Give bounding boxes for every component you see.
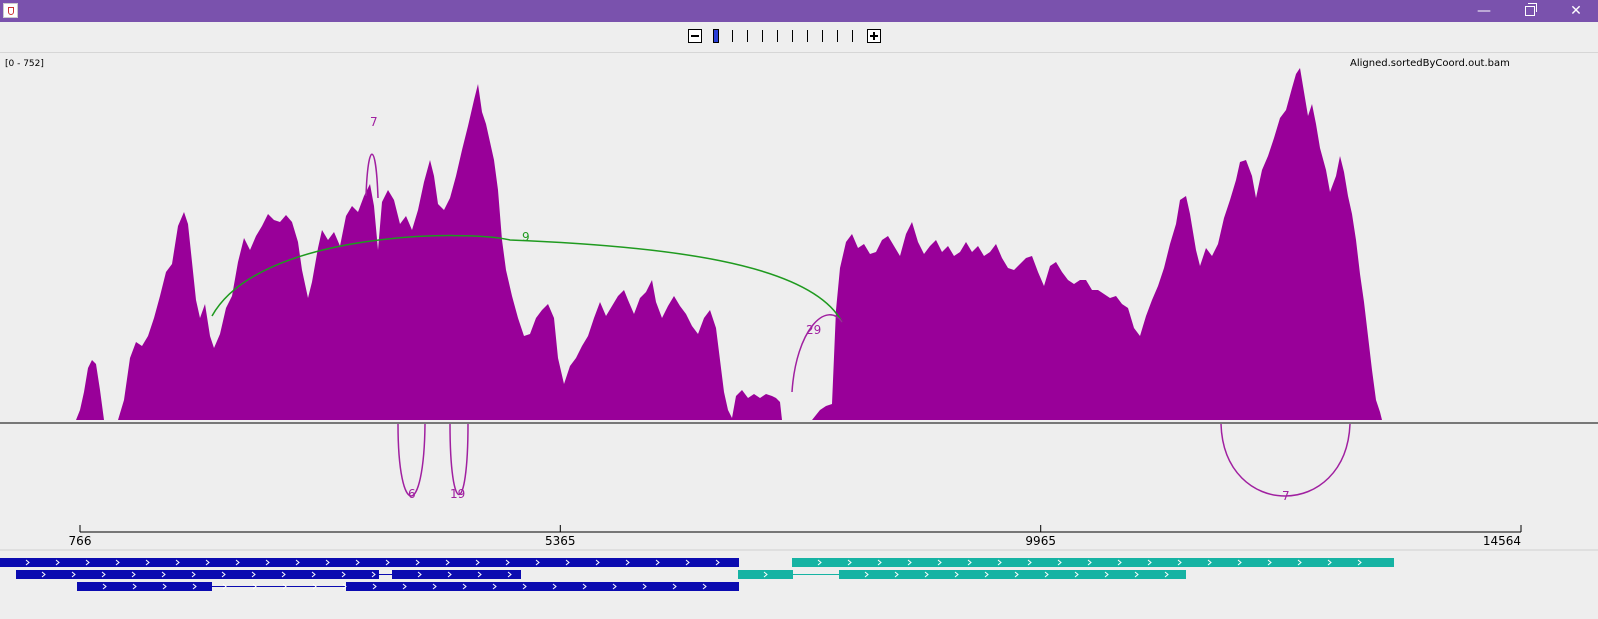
- junction-count-label: 6: [408, 487, 416, 501]
- junction-arc[interactable]: [1220, 423, 1351, 497]
- junction-count-label: 19: [450, 487, 465, 501]
- junction-count-label: 29: [806, 323, 821, 337]
- junction-arc[interactable]: [449, 423, 469, 495]
- junction-count-label: 7: [370, 115, 378, 129]
- exon-block[interactable]: [738, 570, 793, 579]
- ruler-tick-label: 14564: [1483, 534, 1521, 548]
- junction-count-label: 7: [1282, 489, 1290, 503]
- genome-browser-canvas[interactable]: 7 9 29 6 19 7 766 5365 9965 14564: [0, 0, 1598, 619]
- exon-block[interactable]: [346, 582, 739, 591]
- coordinate-ruler: 766 5365 9965 14564: [69, 525, 1522, 548]
- exon-block[interactable]: [839, 570, 1186, 579]
- exon-block[interactable]: [792, 558, 1394, 567]
- junction-count-label: 9: [522, 230, 530, 244]
- ruler-tick-label: 9965: [1025, 534, 1056, 548]
- junction-arc[interactable]: [397, 423, 426, 497]
- gene-annotation-track[interactable]: [0, 558, 1394, 591]
- exon-block[interactable]: [0, 558, 739, 567]
- exon-block[interactable]: [77, 582, 212, 591]
- coverage-area[interactable]: [76, 68, 1382, 420]
- exon-block[interactable]: [16, 570, 379, 579]
- ruler-tick-label: 5365: [545, 534, 576, 548]
- exon-block[interactable]: [392, 570, 521, 579]
- ruler-tick-label: 766: [69, 534, 92, 548]
